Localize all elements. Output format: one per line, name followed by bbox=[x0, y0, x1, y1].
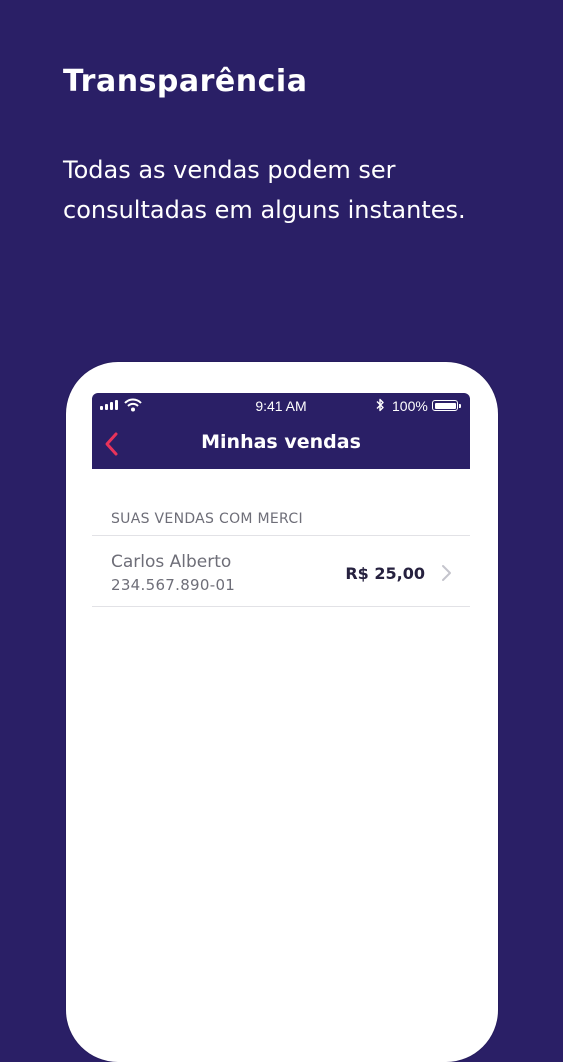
screen-title: Minhas vendas bbox=[201, 431, 361, 453]
battery-percentage: 100% bbox=[392, 398, 428, 414]
chevron-right-icon bbox=[442, 565, 451, 581]
status-bar: 9:41 AM 100% bbox=[92, 393, 470, 419]
customer-name: Carlos Alberto bbox=[111, 552, 232, 572]
page-subtitle: Todas as vendas podem ser consultadas em… bbox=[63, 156, 466, 224]
bluetooth-icon bbox=[376, 398, 384, 412]
page-headline: Transparência bbox=[63, 64, 308, 99]
phone-screen: 9:41 AM 100% Minhas vendas SUAS VENDAS C… bbox=[92, 393, 470, 1013]
sale-list-item[interactable]: Carlos Alberto 234.567.890-01 R$ 25,00 bbox=[92, 536, 470, 606]
divider bbox=[92, 606, 470, 607]
battery-icon bbox=[432, 400, 461, 411]
customer-document: 234.567.890-01 bbox=[111, 576, 236, 594]
section-header: SUAS VENDAS COM MERCI bbox=[111, 511, 303, 527]
sale-amount: R$ 25,00 bbox=[345, 564, 425, 583]
navigation-bar: 9:41 AM 100% Minhas vendas bbox=[92, 393, 470, 469]
